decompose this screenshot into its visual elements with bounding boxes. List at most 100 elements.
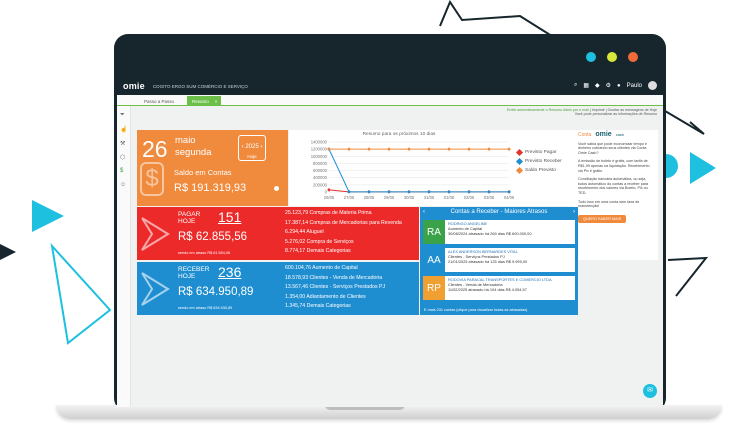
overdue-info: 30/08/2024 atrasado há 269 dias R$ 600.0…	[448, 231, 532, 237]
window-dots	[586, 52, 638, 62]
promo-header: Conta omie cash	[578, 131, 654, 137]
chat-icon[interactable]: ✉	[643, 384, 657, 398]
list-item[interactable]: 17.387,14 Compras de Mercadorias para Re…	[285, 219, 418, 229]
receber-count[interactable]: 236	[218, 264, 241, 280]
list-item[interactable]: 5.276,02 Compra de Serviços	[285, 238, 418, 248]
pagar-label-1: PAGAR	[178, 211, 201, 218]
x-tick-label: 01/06	[444, 195, 455, 200]
data-point	[387, 147, 391, 151]
day-number: 26	[142, 136, 168, 162]
shield-icon[interactable]: ◆	[595, 82, 600, 89]
apps-grid-icon[interactable]: ▦	[583, 82, 589, 89]
dot-yellow	[607, 52, 617, 62]
list-item[interactable]: 1.345,74 Demais Categorias	[285, 302, 418, 312]
year-value: 2025	[245, 144, 259, 150]
receber-hoje-panel[interactable]: RECEBER HOJE 236 R$ 634.950,89 sendo em a…	[137, 262, 419, 315]
app-logo[interactable]: omie	[123, 81, 145, 91]
forecast-chart: 1400000 1200000 1000000 800000 600000 400000 2…	[311, 140, 515, 201]
overdue-row-text: RODOVIA PARACAL TRANSPORTES E COMERCIO L…	[448, 277, 574, 293]
data-point	[427, 147, 431, 151]
stage: omie COGITO ERGO SUM COMÉRCIO E SERVIÇO …	[0, 0, 730, 424]
legend-item-pagar[interactable]: Previsto Pagar	[515, 148, 562, 157]
tab-bar: Passo a Passo Resumo ×	[117, 95, 663, 106]
promo-brand-sub: cash	[615, 132, 625, 137]
y-tick-label: 1400000	[311, 140, 328, 145]
dollar-icon[interactable]: $	[120, 168, 123, 174]
chevron-left-icon[interactable]: ‹	[423, 209, 425, 215]
overdue-row[interactable]: RA RODRIGO ANGELINE Aumento de Capital 30/…	[423, 220, 575, 244]
overdue-row[interactable]: RP RODOVIA PARACAL TRANSPORTES E COMERCI…	[423, 276, 575, 300]
avatar[interactable]	[648, 81, 657, 90]
list-item[interactable]: 6.294,44 Aluguel	[285, 228, 418, 238]
appbar-icons: ⌕ ▦ ◆ ⚙ ● Paulo	[574, 81, 657, 90]
data-point	[467, 147, 471, 151]
balance-value: R$ 191.319,93	[174, 182, 247, 194]
x-tick-label: 04/06	[504, 195, 515, 200]
month-name: maio	[175, 135, 196, 146]
legend-item-receber[interactable]: Previsto Receber	[515, 157, 562, 166]
cube-icon[interactable]: ⬡	[120, 154, 125, 161]
chevron-right-icon[interactable]: ›	[573, 209, 575, 215]
deco-triangle-cyan-right	[690, 152, 716, 184]
y-tick-label: 400000	[313, 175, 328, 180]
overdue-row[interactable]: AA ALEX ANDERSON BERNARDES VITAL Clientes…	[423, 248, 575, 272]
personalize-link[interactable]: Você pode personalizar as informações de…	[417, 112, 657, 116]
bell-icon[interactable]: ●	[617, 83, 621, 89]
promo-text-4: Tudo isso em uma conta sem taxa de manut…	[578, 199, 640, 209]
x-tick-label: 31/05	[424, 195, 435, 200]
x-tick-label: 03/06	[484, 195, 495, 200]
list-item[interactable]: 8.774,17 Demais Categorias	[285, 247, 418, 257]
tab-label: Resumo	[192, 98, 209, 104]
calendar-widget[interactable]: ‹ 2025 › Hoje	[238, 135, 266, 161]
promo-cta-button[interactable]: QUERO SABER MAIS	[578, 214, 627, 224]
email-summary-link[interactable]: Emitir automaticamente o Resumo diário p…	[507, 108, 589, 112]
users-icon[interactable]: ☺	[120, 182, 126, 188]
user-name[interactable]: Paulo	[627, 83, 642, 89]
receber-value: R$ 634.950,89	[178, 286, 254, 298]
pagar-overdue: sendo em atraso R$ 61.554,06	[178, 251, 231, 255]
list-item[interactable]: 18.578,93 Clientes - Venda de Mercadoria	[285, 274, 418, 284]
receber-overdue: sendo em atraso R$ 634.930,89	[178, 306, 233, 310]
chart-legend: Previsto Pagar Previsto Receber Saldo Pr…	[515, 148, 562, 175]
list-item[interactable]: 600.104,76 Aumento de Capital	[285, 264, 418, 274]
deco-triangle-dark-left	[0, 244, 16, 260]
overdue-info: 21/01/2025 atrasado há 125 dias R$ 9.999…	[448, 259, 528, 265]
promo-text-2: A emissão de boleto é grátis, com tarifa…	[578, 159, 650, 173]
list-item[interactable]: 1.354,00 Adiantamento de Clientes	[285, 293, 418, 303]
client-initials-badge: AA	[423, 248, 445, 272]
list-item[interactable]: 13.567,46 Clientes - Serviços Prestados …	[285, 283, 418, 293]
view-all-overdue-link[interactable]: E mais 231 contas (clique para visualiza…	[424, 308, 527, 312]
list-item[interactable]: 25.123,79 Compras de Materia Prima	[285, 209, 418, 219]
receber-label-1: RECEBER	[178, 266, 210, 273]
pagar-hoje-panel[interactable]: PAGAR HOJE 151 R$ 62.855,56 sendo em atra…	[137, 207, 419, 260]
legend-item-saldo[interactable]: Saldo Previsto	[515, 166, 562, 175]
data-point	[467, 189, 471, 194]
thumb-icon[interactable]: ☝	[120, 126, 127, 133]
dot-cyan	[586, 52, 596, 62]
receber-category-list: 600.104,76 Aumento de Capital 18.578,93 …	[285, 264, 418, 312]
tab-passo-a-passo[interactable]: Passo a Passo	[139, 96, 179, 106]
calendar-today[interactable]: Hoje	[239, 154, 265, 159]
balance-toggle-icon[interactable]	[274, 186, 279, 191]
notes-actions[interactable]: | Imprimir | Ocultar as mensagens de Hoj…	[589, 108, 657, 112]
close-icon[interactable]: ×	[215, 99, 218, 104]
dollar-sign-icon: $	[140, 162, 164, 196]
deco-line-bottom-right	[667, 256, 709, 297]
data-point	[447, 189, 451, 194]
company-name[interactable]: COGITO ERGO SUM COMÉRCIO E SERVIÇO	[153, 84, 248, 89]
tools-icon[interactable]: ⚒	[120, 140, 125, 147]
tab-resumo[interactable]: Resumo ×	[187, 96, 221, 106]
y-tick-label: 800000	[313, 161, 328, 166]
data-point	[327, 147, 331, 151]
gear-icon[interactable]: ⚙	[606, 82, 611, 89]
search-icon[interactable]: ⌕	[574, 82, 577, 89]
filter-icon[interactable]: ⏷	[120, 112, 125, 119]
dot-orange	[628, 52, 638, 62]
pagar-count[interactable]: 151	[218, 209, 241, 225]
chevron-right-icon	[141, 217, 170, 251]
promo-text-3: Conciliação bancária automática, ou seja…	[578, 177, 649, 195]
x-tick-label: 26/05	[324, 195, 335, 200]
legend-marker-saldo	[515, 166, 524, 175]
calendar-prev-icon[interactable]: ‹	[242, 144, 244, 150]
calendar-next-icon[interactable]: ›	[260, 144, 262, 150]
